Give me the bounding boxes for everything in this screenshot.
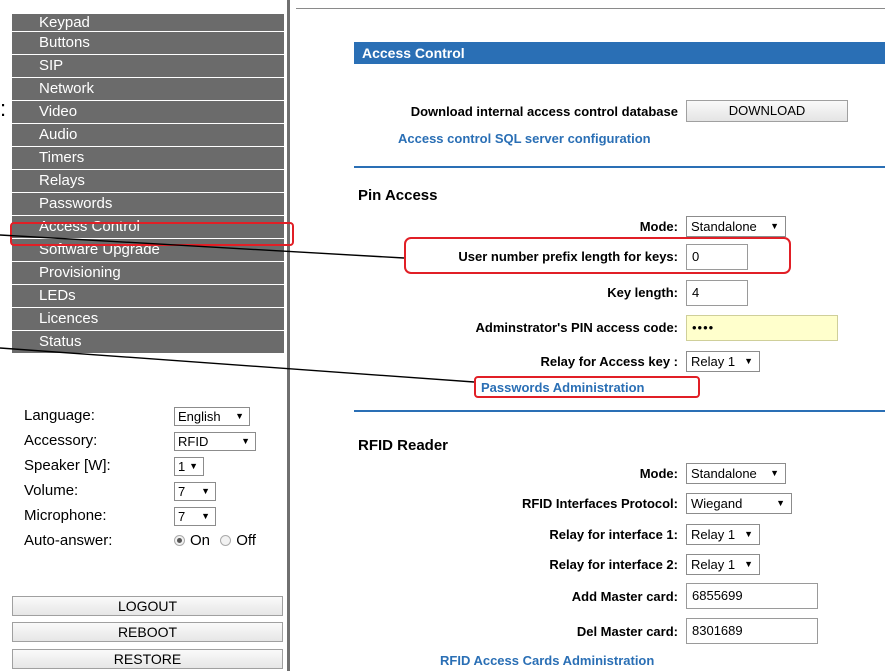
language-label: Language: [24, 407, 95, 424]
pin-mode-select[interactable]: Standalone ▼ [686, 216, 786, 237]
chevron-down-icon: ▼ [235, 411, 244, 421]
nav-item-sip[interactable]: SIP [12, 55, 284, 78]
speaker-value: 1 [178, 459, 186, 474]
accessory-label: Accessory: [24, 432, 98, 449]
nav-item-timers[interactable]: Timers [12, 147, 284, 170]
auto-answer-on-label: On [190, 532, 211, 549]
volume-row: Volume: 7 ▼ [24, 481, 284, 506]
nav-item-network[interactable]: Network [12, 78, 284, 101]
relay-interface-2-select[interactable]: Relay 1 ▼ [686, 554, 760, 575]
section-title: Access Control [354, 42, 885, 64]
accessory-row: Accessory: RFID ▼ [24, 431, 284, 456]
chevron-down-icon: ▼ [744, 356, 753, 366]
relay-interface-1-label: Relay for interface 1: [549, 527, 678, 542]
accessory-select[interactable]: RFID ▼ [174, 432, 256, 451]
chevron-down-icon: ▼ [744, 529, 753, 539]
reboot-button[interactable]: REBOOT [12, 622, 283, 642]
access-key-relay-select[interactable]: Relay 1 ▼ [686, 351, 760, 372]
auto-answer-radios: On Off [174, 532, 256, 549]
nav-item-relays[interactable]: Relays [12, 170, 284, 193]
auto-answer-off-label: Off [236, 532, 256, 549]
key-length-label: Key length: [607, 285, 678, 300]
device-settings: Language: English ▼ Accessory: RFID ▼ Spea… [24, 406, 284, 556]
auto-answer-label: Auto-answer: [24, 532, 113, 549]
microphone-label: Microphone: [24, 507, 107, 524]
chevron-down-icon: ▼ [201, 511, 210, 521]
rfid-mode-value: Standalone [691, 466, 757, 481]
rfid-mode-select[interactable]: Standalone ▼ [686, 463, 786, 484]
speaker-select[interactable]: 1 ▼ [174, 457, 204, 476]
pin-mode-value: Standalone [691, 219, 757, 234]
relay-interface-1-select[interactable]: Relay 1 ▼ [686, 524, 760, 545]
auto-answer-off-radio[interactable] [220, 534, 232, 546]
relay-interface-2-label: Relay for interface 2: [549, 557, 678, 572]
nav-item-passwords[interactable]: Passwords [12, 193, 284, 216]
auto-answer-on-radio[interactable] [174, 534, 185, 546]
nav-item-video[interactable]: Video [12, 101, 284, 124]
rfid-cards-admin-link[interactable]: RFID Access Cards Administration [440, 653, 654, 668]
del-master-card-label: Del Master card: [576, 624, 678, 639]
rfid-protocol-value: Wiegand [691, 496, 743, 511]
chevron-down-icon: ▼ [201, 486, 210, 496]
microphone-row: Microphone: 7 ▼ [24, 506, 284, 531]
access-control-highlight [10, 222, 294, 246]
admin-pin-input[interactable]: •••• [686, 315, 838, 341]
nav-item-status[interactable]: Status [12, 331, 284, 354]
sql-config-link[interactable]: Access control SQL server configuration [398, 131, 651, 146]
pin-mode-label: Mode: [639, 219, 678, 234]
chevron-down-icon: ▼ [770, 468, 779, 478]
top-border [296, 8, 885, 9]
language-value: English [178, 409, 221, 424]
left-panel: Keypad Buttons SIP Network Video Audio T… [0, 0, 290, 671]
nav-item-keypad[interactable]: Keypad [12, 14, 284, 32]
volume-select[interactable]: 7 ▼ [174, 482, 216, 501]
language-row: Language: English ▼ [24, 406, 284, 431]
rfid-protocol-select[interactable]: Wiegand ▼ [686, 493, 792, 514]
nav-item-licences[interactable]: Licences [12, 308, 284, 331]
relay-interface-2-value: Relay 1 [691, 557, 736, 572]
access-key-relay-value: Relay 1 [691, 354, 736, 369]
nav-item-buttons[interactable]: Buttons [12, 32, 284, 55]
relay-interface-1-value: Relay 1 [691, 527, 736, 542]
accessory-value: RFID [178, 434, 209, 449]
download-button[interactable]: DOWNLOAD [686, 100, 848, 122]
rfid-protocol-label: RFID Interfaces Protocol: [521, 496, 678, 511]
nav-menu: Keypad Buttons SIP Network Video Audio T… [12, 14, 284, 354]
chevron-down-icon: ▼ [770, 221, 779, 231]
logout-button[interactable]: LOGOUT [12, 596, 283, 616]
volume-label: Volume: [24, 482, 79, 499]
pin-access-heading: Pin Access [358, 187, 438, 204]
nav-item-audio[interactable]: Audio [12, 124, 284, 147]
volume-value: 7 [178, 484, 186, 499]
chevron-down-icon: ▼ [241, 436, 250, 446]
rfid-mode-label: Mode: [639, 466, 678, 481]
section-divider [354, 166, 885, 168]
speaker-label: Speaker [W]: [24, 457, 111, 474]
prefix-length-highlight [404, 237, 791, 274]
rfid-reader-heading: RFID Reader [358, 437, 449, 454]
add-master-card-label: Add Master card: [571, 589, 678, 604]
chevron-down-icon: ▼ [776, 498, 785, 508]
restore-button[interactable]: RESTORE [12, 649, 283, 669]
download-label: Download internal access control databas… [410, 104, 678, 119]
chevron-down-icon: ▼ [744, 559, 753, 569]
microphone-select[interactable]: 7 ▼ [174, 507, 216, 526]
auto-answer-row: Auto-answer: On Off [24, 531, 284, 556]
del-master-card-input[interactable]: 8301689 [686, 618, 818, 644]
passwords-link-highlight [474, 376, 700, 398]
admin-pin-label: Adminstrator's PIN access code: [475, 320, 679, 335]
add-master-card-input[interactable]: 6855699 [686, 583, 818, 609]
nav-item-provisioning[interactable]: Provisioning [12, 262, 284, 285]
speaker-row: Speaker [W]: 1 ▼ [24, 456, 284, 481]
access-key-relay-label: Relay for Access key : [540, 354, 678, 369]
chevron-down-icon: ▼ [189, 461, 198, 471]
microphone-value: 7 [178, 509, 186, 524]
nav-item-leds[interactable]: LEDs [12, 285, 284, 308]
section-divider [354, 410, 885, 412]
key-length-input[interactable]: 4 [686, 280, 748, 306]
language-select[interactable]: English ▼ [174, 407, 250, 426]
